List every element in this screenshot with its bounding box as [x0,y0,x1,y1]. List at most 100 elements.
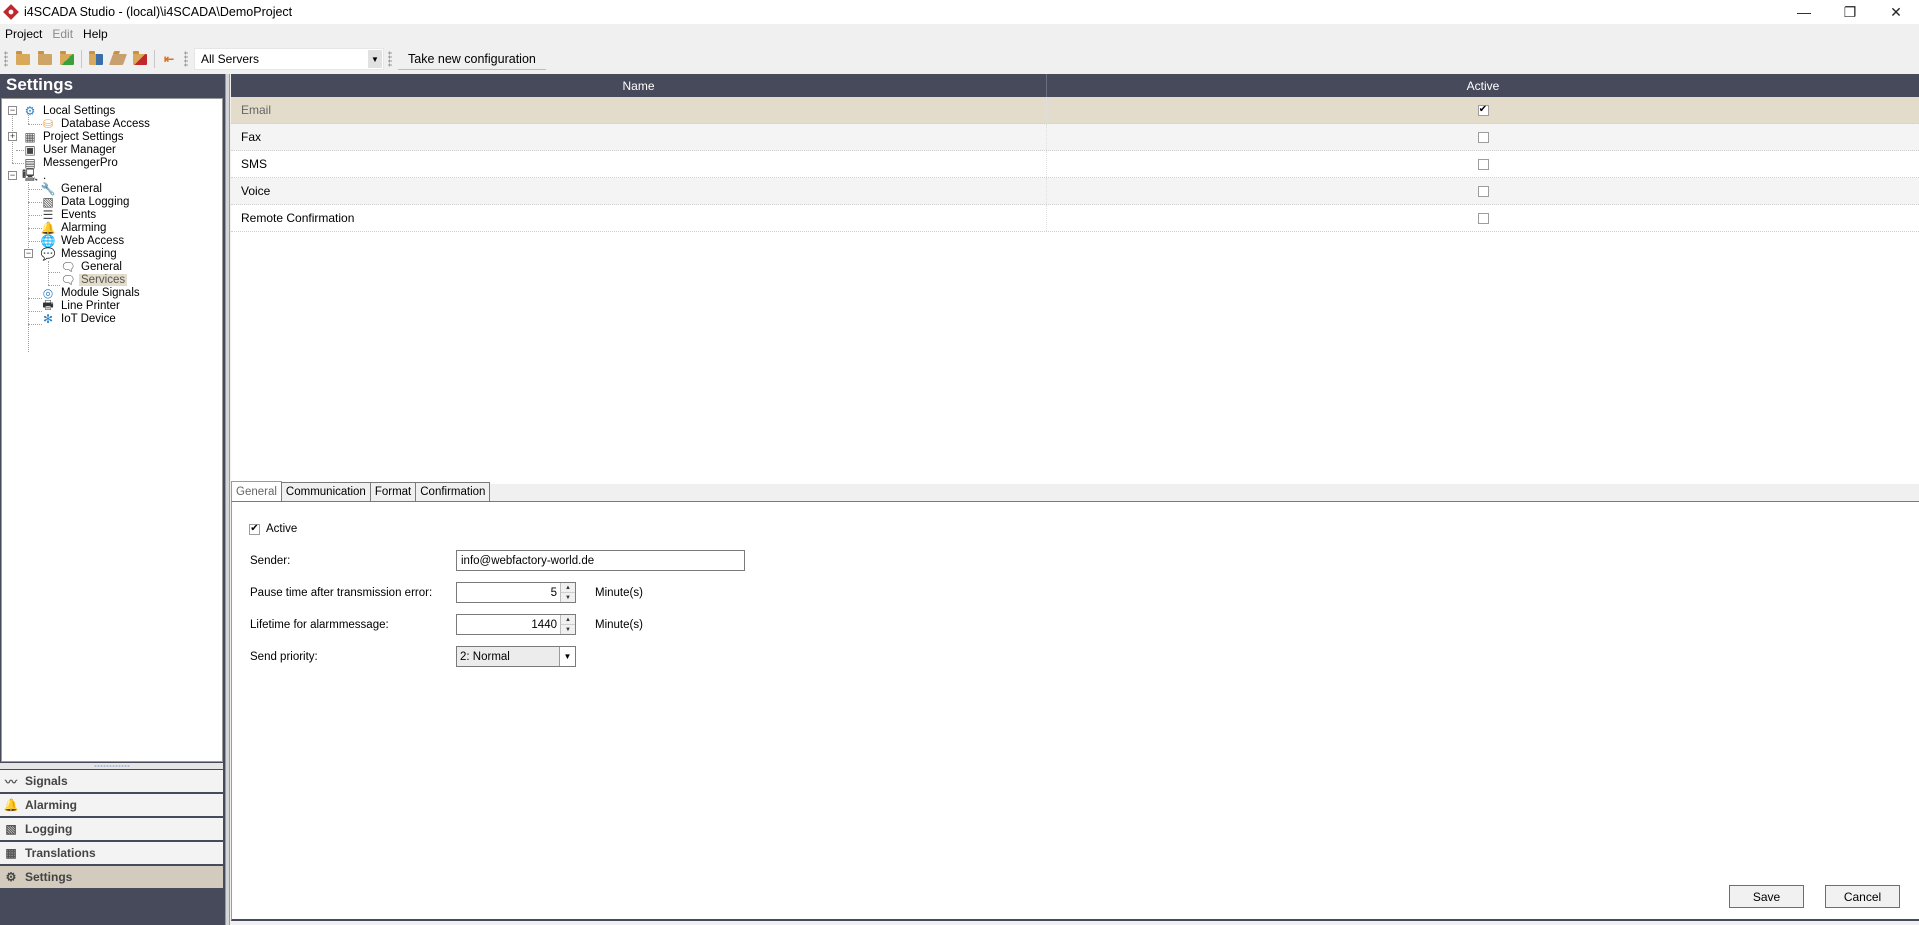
server-icon: 🖳 [22,167,39,182]
active-label: Active [266,523,298,535]
spin-down-icon[interactable]: ▼ [561,625,575,634]
nav-alarming[interactable]: 🔔 Alarming [0,794,223,817]
chevron-down-icon[interactable]: ▼ [559,647,575,666]
signals-icon: 〰 [4,774,17,789]
spin-up-icon[interactable]: ▲ [561,615,575,625]
take-new-configuration-button[interactable]: Take new configuration [398,48,546,70]
lifetime-unit: Minute(s) [595,619,643,631]
tab-format[interactable]: Format [369,482,417,501]
active-checkbox[interactable] [1477,212,1489,224]
send-priority-select[interactable]: 2: Normal ▼ [456,646,576,667]
delete-project-icon[interactable] [130,49,150,69]
table-row[interactable]: Remote Confirmation [231,205,1919,232]
chevron-down-icon[interactable]: ▼ [368,50,382,68]
collapse-icon[interactable]: − [8,171,17,180]
tab-general[interactable]: General [231,481,282,502]
active-checkbox[interactable] [1477,185,1489,197]
lifetime-label: Lifetime for alarmmessage: [250,619,389,631]
tree-line [28,183,29,352]
nav-translations[interactable]: ▦ Translations [0,842,223,865]
minimize-button[interactable]: — [1781,0,1827,24]
exit-icon[interactable]: ⇤ [159,49,179,69]
toolbar-grip[interactable] [184,51,188,67]
spin-down-icon[interactable]: ▼ [561,593,575,602]
tab-communication[interactable]: Communication [280,482,371,501]
expand-icon[interactable]: + [8,132,17,141]
tree-item-iot-device[interactable]: ✻ IoT Device [40,311,118,327]
cell-name: Email [231,97,1047,123]
table-row[interactable]: Email ✔ [231,97,1919,124]
bell-icon: 🔔 [3,798,19,812]
menu-edit[interactable]: Edit [47,27,78,41]
tree-line [48,272,60,273]
pause-time-value[interactable]: 5 [457,583,560,602]
sidebar-title: Settings [6,75,74,94]
translations-icon: ▦ [5,846,17,860]
pause-time-unit: Minute(s) [595,587,643,599]
toolbar-grip[interactable] [388,51,392,67]
cell-name: Remote Confirmation [231,205,1047,231]
save-button[interactable]: Save [1729,885,1804,908]
lifetime-stepper[interactable]: 1440 ▲ ▼ [456,614,576,635]
restore-button[interactable]: ❐ [1827,0,1873,24]
general-panel: ✔ Active Sender: info@webfactory-world.d… [231,501,1919,921]
main-splitter[interactable] [225,74,230,925]
table-row[interactable]: Fax [231,124,1919,151]
spin-up-icon[interactable]: ▲ [561,583,575,593]
import-project-icon[interactable] [57,49,77,69]
pause-time-label: Pause time after transmission error: [250,587,433,599]
app-logo-icon [3,4,19,20]
active-checkbox[interactable] [1477,158,1489,170]
deploy-icon[interactable] [86,49,106,69]
tab-confirmation[interactable]: Confirmation [415,482,491,501]
sidebar-splitter[interactable] [0,763,223,769]
collapse-icon[interactable]: − [8,106,17,115]
chat-icon: 💬 [40,247,56,261]
close-button[interactable]: ✕ [1873,0,1919,24]
logging-icon: ▧ [5,822,17,836]
cancel-button[interactable]: Cancel [1825,885,1900,908]
send-priority-value: 2: Normal [460,650,510,663]
toolbar-grip[interactable] [4,51,8,67]
gear-icon: ⚙ [5,870,17,884]
clean-icon[interactable] [108,49,128,69]
new-project-icon[interactable] [13,49,33,69]
column-header-name[interactable]: Name [231,74,1047,97]
cell-name: Fax [231,124,1047,150]
sender-input[interactable]: info@webfactory-world.de [456,550,745,571]
sidebar: Settings − ⚙ Local Settings ⛁ Database A… [0,74,225,925]
server-select-value: All Servers [201,52,260,66]
iot-network-icon: ✻ [42,312,54,326]
title-bar: i4SCADA Studio - (local)\i4SCADA\DemoPro… [0,0,1919,24]
table-row[interactable]: SMS [231,151,1919,178]
menu-bar: Project Edit Help [0,24,1919,44]
server-select[interactable]: All Servers ▼ [194,48,384,70]
grid-header: Name Active [231,74,1919,97]
sender-label: Sender: [250,555,291,567]
menu-help[interactable]: Help [78,27,113,41]
menu-project[interactable]: Project [0,27,47,41]
active-checkbox[interactable] [1477,131,1489,143]
active-checkbox[interactable]: ✔ [249,523,260,535]
collapse-icon[interactable]: − [24,249,33,258]
gear-circle-icon: ⚙ [24,104,36,118]
toolbar-separator [154,50,155,68]
nav-signals[interactable]: 〰 Signals [0,770,223,793]
pause-time-stepper[interactable]: 5 ▲ ▼ [456,582,576,603]
active-checkbox[interactable]: ✔ [1477,104,1489,116]
nav-settings[interactable]: ⚙ Settings [0,866,223,889]
column-header-active[interactable]: Active [1047,74,1919,97]
table-row[interactable]: Voice [231,178,1919,205]
cell-name: Voice [231,178,1047,204]
open-project-icon[interactable] [35,49,55,69]
detail-tabs: General Communication Format Confirmatio… [231,481,491,502]
window-title: i4SCADA Studio - (local)\i4SCADA\DemoPro… [24,5,293,19]
active-checkbox-row[interactable]: ✔ Active [249,523,297,535]
tree-line [48,261,49,285]
lifetime-value[interactable]: 1440 [457,615,560,634]
toolbar-separator [81,50,82,68]
toolbar: ⇤ All Servers ▼ Take new configuration [0,45,1919,73]
cell-name: SMS [231,151,1047,177]
nav-logging[interactable]: ▧ Logging [0,818,223,841]
send-priority-label: Send priority: [250,651,318,663]
